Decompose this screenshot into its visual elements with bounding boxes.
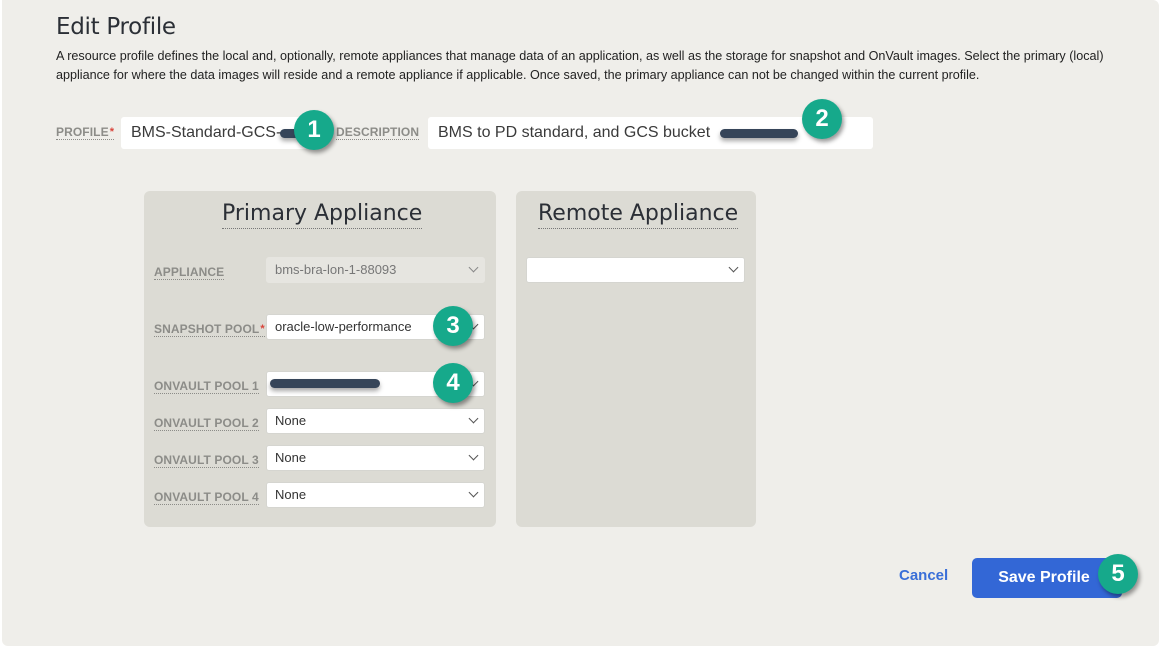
appliance-select[interactable]: bms-bra-lon-1-88093 — [266, 257, 485, 283]
primary-appliance-section — [144, 191, 496, 527]
chevron-down-icon — [468, 262, 479, 273]
snapshot-pool-value: oracle-low-performance — [275, 319, 412, 334]
annotation-badge-4: 4 — [433, 363, 473, 403]
required-mark: * — [109, 126, 115, 138]
snapshot-pool-label: SNAPSHOT POOL* — [154, 322, 265, 337]
chevron-down-icon — [468, 413, 479, 424]
chevron-down-icon — [468, 450, 479, 461]
onvault-pool-4-label: ONVAULT POOL 4 — [154, 490, 259, 505]
annotation-badge-5: 5 — [1098, 554, 1138, 594]
redacted-text — [720, 129, 798, 138]
onvault-pool-2-label: ONVAULT POOL 2 — [154, 416, 259, 431]
page-description: A resource profile defines the local and… — [56, 49, 1104, 82]
primary-appliance-title: Primary Appliance — [222, 200, 423, 229]
onvault-pool-3-select[interactable]: None — [266, 445, 485, 471]
profile-label: PROFILE* — [56, 125, 115, 140]
onvault-pool-4-value: None — [275, 487, 307, 502]
remote-appliance-title: Remote Appliance — [538, 200, 739, 229]
chevron-down-icon — [468, 487, 479, 498]
onvault-pool-2-select[interactable]: None — [266, 408, 485, 434]
description-label: DESCRIPTION — [336, 125, 420, 140]
appliance-label: APPLIANCE — [154, 265, 225, 280]
onvault-pool-3-value: None — [275, 450, 307, 465]
redacted-text — [270, 379, 380, 388]
annotation-badge-3: 3 — [433, 306, 473, 346]
description-value: BMS to PD standard, and GCS bucket — [438, 124, 711, 141]
onvault-pool-2-value: None — [275, 413, 307, 428]
onvault-pool-3-label: ONVAULT POOL 3 — [154, 453, 259, 468]
appliance-value: bms-bra-lon-1-88093 — [275, 262, 397, 277]
cancel-button[interactable]: Cancel — [899, 567, 948, 584]
page-title: Edit Profile — [56, 14, 176, 40]
chevron-down-icon — [728, 262, 739, 273]
edit-profile-panel: Edit Profile A resource profile defines … — [2, 0, 1159, 646]
onvault-pool-1-label: ONVAULT POOL 1 — [154, 379, 259, 394]
onvault-pool-4-select[interactable]: None — [266, 482, 485, 508]
save-profile-label: Save Profile — [998, 569, 1090, 586]
profile-name-value: BMS-Standard-GCS- — [131, 124, 282, 141]
required-mark: * — [260, 323, 265, 335]
remote-appliance-select[interactable] — [526, 257, 745, 283]
annotation-badge-1: 1 — [294, 110, 334, 150]
remote-appliance-section — [516, 191, 756, 527]
annotation-badge-2: 2 — [802, 99, 842, 139]
snapshot-pool-label-text: SNAPSHOT POOL — [154, 322, 260, 336]
profile-label-text: PROFILE — [56, 125, 109, 139]
